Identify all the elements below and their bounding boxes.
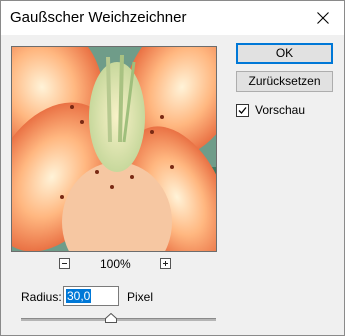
- radius-value: 30,0: [66, 289, 92, 303]
- reset-button[interactable]: Zurücksetzen: [236, 71, 333, 92]
- dialog-title: Gaußscher Weichzeichner: [10, 9, 187, 26]
- zoom-level: 100%: [100, 257, 131, 271]
- title-bar: Gaußscher Weichzeichner: [1, 1, 344, 35]
- gaussian-blur-dialog: Gaußscher Weichzeichner 100% OK Zurückse…: [0, 0, 345, 336]
- radius-label: Radius:: [21, 290, 62, 304]
- preview-image[interactable]: [11, 46, 217, 252]
- checkmark-icon: [238, 107, 247, 114]
- radius-slider-thumb[interactable]: [105, 313, 117, 323]
- close-icon: [317, 12, 329, 24]
- preview-checkbox[interactable]: [236, 104, 249, 117]
- close-button[interactable]: [306, 3, 340, 33]
- radius-unit-label: Pixel: [127, 290, 154, 304]
- radius-slider-track[interactable]: [21, 318, 216, 321]
- preview-checkbox-label[interactable]: Vorschau: [255, 103, 305, 117]
- zoom-out-button[interactable]: [59, 258, 70, 269]
- zoom-in-button[interactable]: [160, 258, 171, 269]
- radius-input[interactable]: 30,0: [63, 286, 119, 306]
- ok-button[interactable]: OK: [236, 43, 333, 64]
